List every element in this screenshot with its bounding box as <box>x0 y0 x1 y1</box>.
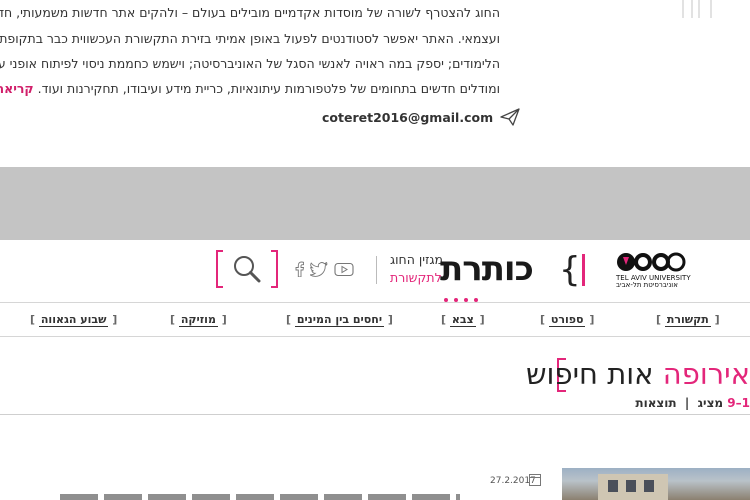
nav-item-music[interactable]: [ מוזיקה ] <box>170 313 227 329</box>
results-label: תוצאות <box>635 396 677 410</box>
results-summary: 1–9 מציג | תוצאות <box>635 396 750 410</box>
social-links <box>295 261 354 277</box>
nav-item-army[interactable]: [ צבא ] <box>441 313 485 329</box>
article-thumbnail[interactable] <box>562 468 750 500</box>
university-emblem-icon <box>617 252 686 272</box>
calendar-icon <box>529 474 541 486</box>
nav-label: יחסים בין המינים <box>294 313 385 327</box>
logo-subtitle-line-2: לתקשורת <box>390 270 442 285</box>
nav-item-sport[interactable]: [ ספורט ] <box>540 313 594 329</box>
university-name-he: אוניברסיטת תל-אביב <box>616 281 678 289</box>
decorative-mark <box>682 0 712 18</box>
page-title: אירופה אות חיפוש <box>526 354 750 394</box>
nav-rule-bottom <box>0 336 750 337</box>
contact-email[interactable]: coteret2016@gmail.com <box>322 108 520 126</box>
facebook-icon[interactable] <box>295 261 304 277</box>
site-logo[interactable]: מגזין החוג לתקשורת כותרת { <box>376 249 594 290</box>
page-title-prefix: אות חיפוש <box>526 357 654 391</box>
email-address[interactable]: coteret2016@gmail.com <box>322 110 493 125</box>
search-icon <box>234 256 261 283</box>
results-range: 1–9 <box>727 396 750 410</box>
nav-rule-top <box>0 302 750 303</box>
nav-item-media[interactable]: [ תקשורת ] <box>656 313 720 329</box>
twitter-icon[interactable] <box>310 261 328 277</box>
logo-wordmark: כותרת <box>440 249 534 289</box>
search-query: אירופה <box>662 357 750 391</box>
ad-banner-placeholder <box>0 167 750 240</box>
nav-label: תקשורת <box>664 313 711 327</box>
logo-subtitle-line-1: מגזין החוג <box>390 252 444 267</box>
about-text-line-1: החוג להצטרף לשורה של מוסדות אקדמיים מובי… <box>0 5 500 20</box>
about-text-line-3: הלימודים; יספק במה ראויה לאנשי הסגל של ה… <box>0 56 500 71</box>
heading-rule <box>0 414 750 415</box>
logo-dots <box>444 287 484 306</box>
nav-label: מוזיקה <box>178 313 218 327</box>
nav-label: ספורט <box>548 313 586 327</box>
logo-accent-bar <box>582 254 585 286</box>
about-text-line-4-body: ומודלים חדשים בתחומים של פלטפורמות עיתונ… <box>37 81 500 96</box>
article-title[interactable] <box>60 494 460 500</box>
university-logo[interactable]: TEL AVIV UNIVERSITY אוניברסיטת תל-אביב <box>616 251 691 289</box>
showing-label: מציג <box>697 396 724 410</box>
logo-brace: { <box>559 250 581 290</box>
read-more-link[interactable]: קריאה מה <box>0 81 34 96</box>
about-text-line-4: ומודלים חדשים בתחומים של פלטפורמות עיתונ… <box>0 81 500 96</box>
nav-label: שבוע הגאווה <box>38 313 109 327</box>
search-button[interactable] <box>216 250 278 288</box>
logo-divider <box>376 256 377 284</box>
nav-item-gender-relations[interactable]: [ יחסים בין המינים ] <box>286 313 393 329</box>
send-icon <box>500 108 520 126</box>
nav-label: צבא <box>449 313 476 327</box>
nav-item-pride-week[interactable]: [ שבוע הגאווה ] <box>30 313 117 329</box>
youtube-icon[interactable] <box>334 262 354 277</box>
about-text-line-2: ועצמאי. האתר יאפשר לסטודנטים לפעול באופן… <box>0 31 500 46</box>
